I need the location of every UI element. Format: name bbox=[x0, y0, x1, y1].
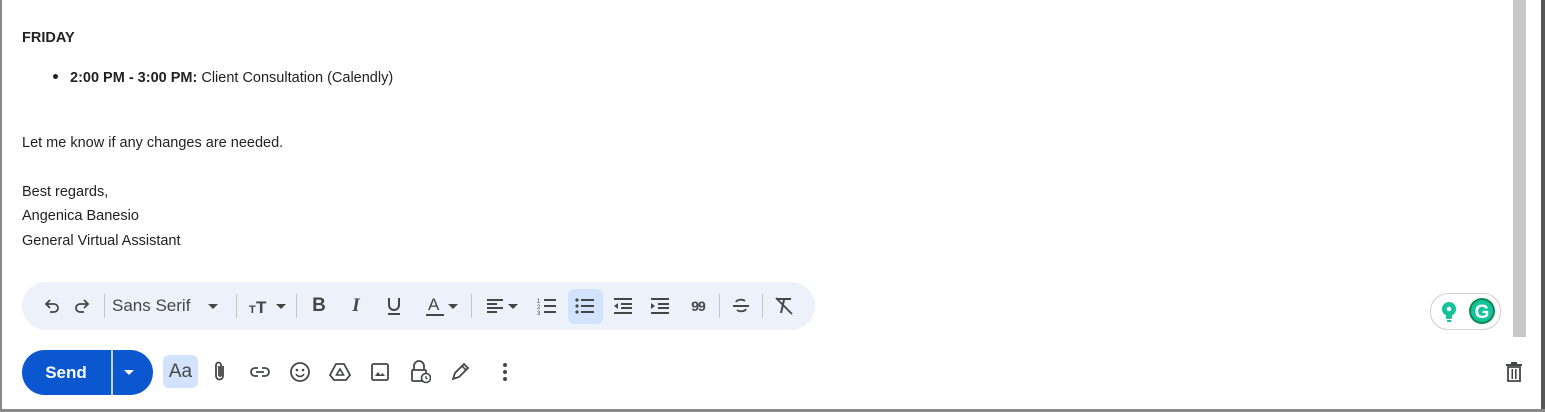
font-family-value: Sans Serif bbox=[112, 296, 191, 315]
signature-role: General Virtual Assistant bbox=[22, 233, 181, 249]
indent-less-icon[interactable] bbox=[608, 282, 638, 330]
send-divider bbox=[111, 350, 113, 395]
send-label: Send bbox=[45, 363, 87, 382]
event-title: Client Consultation (Calendly) bbox=[201, 70, 394, 86]
svg-text:3: 3 bbox=[537, 311, 541, 315]
confidential-lock-icon[interactable] bbox=[402, 352, 438, 392]
drive-icon[interactable] bbox=[322, 352, 358, 392]
svg-text:T: T bbox=[249, 304, 256, 315]
toolbar-separator bbox=[236, 294, 237, 318]
formatting-options-button[interactable]: Aa bbox=[163, 355, 198, 388]
grammarly-icons: G bbox=[1442, 298, 1495, 324]
more-options-icon[interactable] bbox=[487, 352, 523, 392]
toolbar-separator bbox=[762, 294, 763, 318]
event-time: 2:00 PM - 3:00 PM: bbox=[70, 70, 198, 86]
send-button[interactable]: Send bbox=[22, 350, 153, 395]
text-color-icon[interactable]: A bbox=[418, 282, 464, 330]
strikethrough-icon[interactable] bbox=[726, 282, 756, 330]
grammarly-widget[interactable]: G bbox=[1430, 293, 1501, 330]
undo-icon[interactable] bbox=[38, 282, 66, 330]
bold-icon[interactable]: B bbox=[304, 282, 334, 330]
send-options-chevron-icon[interactable] bbox=[124, 370, 134, 375]
window-left-border bbox=[0, 0, 2, 412]
indent-more-icon[interactable] bbox=[645, 282, 675, 330]
chevron-down-icon bbox=[447, 303, 458, 309]
svg-text:A: A bbox=[428, 295, 440, 314]
toolbar-separator bbox=[719, 294, 720, 318]
remove-formatting-icon[interactable] bbox=[769, 282, 799, 330]
formatting-toolbar: Sans Serif TT B I A 123 99 bbox=[22, 282, 815, 330]
day-heading: FRIDAY bbox=[22, 30, 75, 46]
chevron-down-icon bbox=[275, 303, 286, 309]
signature-pen-icon[interactable] bbox=[442, 352, 478, 392]
align-icon[interactable] bbox=[479, 282, 525, 330]
link-icon[interactable] bbox=[242, 352, 278, 392]
font-family-select[interactable]: Sans Serif bbox=[112, 282, 230, 330]
redo-icon[interactable] bbox=[68, 282, 96, 330]
bulleted-list-icon[interactable] bbox=[570, 282, 600, 330]
closing-line: Let me know if any changes are needed. bbox=[22, 135, 284, 151]
svg-text:G: G bbox=[1475, 302, 1490, 323]
window-right-border bbox=[1541, 0, 1545, 412]
bullet-dot bbox=[53, 74, 58, 79]
text-size-icon[interactable]: TT bbox=[244, 282, 290, 330]
event-list-item: 2:00 PM - 3:00 PM: Client Consultation (… bbox=[53, 70, 393, 86]
svg-text:T: T bbox=[256, 298, 267, 315]
italic-icon[interactable]: I bbox=[341, 282, 371, 330]
toolbar-separator bbox=[104, 294, 105, 318]
scrollbar[interactable] bbox=[1513, 0, 1526, 337]
emoji-icon[interactable] bbox=[282, 352, 318, 392]
numbered-list-icon[interactable]: 123 bbox=[532, 282, 562, 330]
toolbar-separator bbox=[296, 294, 297, 318]
photo-icon[interactable] bbox=[362, 352, 398, 392]
chevron-down-icon bbox=[508, 303, 518, 309]
toolbar-separator bbox=[471, 294, 472, 318]
paperclip-icon[interactable] bbox=[202, 352, 238, 392]
quote-icon[interactable]: 99 bbox=[683, 282, 713, 330]
underline-icon[interactable] bbox=[379, 282, 409, 330]
chevron-down-icon bbox=[208, 303, 219, 309]
trash-icon[interactable] bbox=[1496, 352, 1532, 392]
signature-name: Angenica Banesio bbox=[22, 208, 139, 224]
signature-sign-off: Best regards, bbox=[22, 184, 109, 200]
